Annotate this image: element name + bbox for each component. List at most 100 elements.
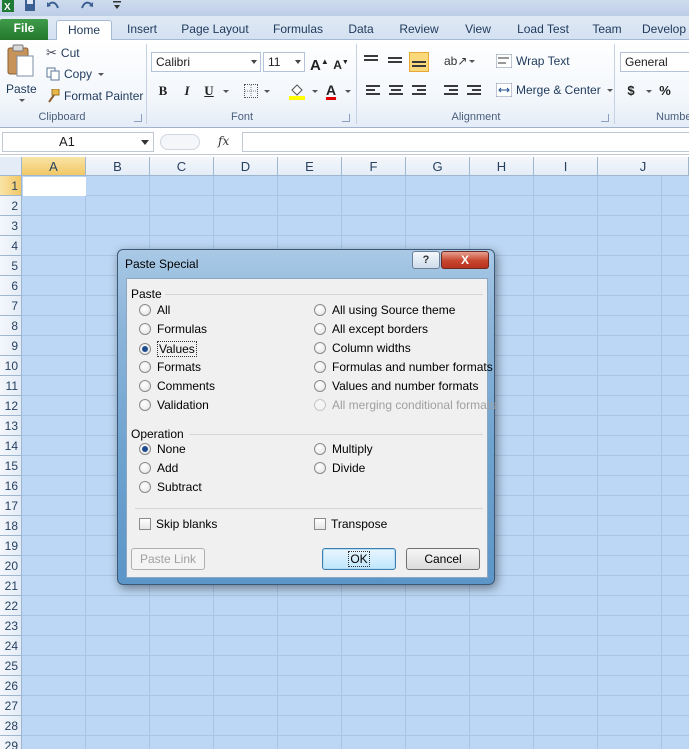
row-header-1[interactable]: 1: [0, 176, 22, 196]
skip-blanks-checkbox[interactable]: Skip blanks: [139, 517, 217, 531]
active-cell-a1[interactable]: [23, 177, 86, 196]
borders-dropdown-icon[interactable]: [264, 90, 270, 93]
paste-values-and-number-formats-radio[interactable]: Values and number formats: [314, 379, 479, 393]
help-button[interactable]: ?: [412, 251, 440, 269]
number-format-combo[interactable]: General: [620, 52, 689, 72]
alignment-launcher-icon[interactable]: [601, 114, 609, 122]
row-header-8[interactable]: 8: [0, 316, 22, 336]
row-header-16[interactable]: 16: [0, 476, 22, 496]
column-header-b[interactable]: B: [86, 157, 150, 176]
ok-button[interactable]: OK: [322, 548, 396, 570]
font-name-combo[interactable]: Calibri: [151, 52, 261, 72]
top-align-icon[interactable]: [364, 54, 380, 68]
row-header-13[interactable]: 13: [0, 416, 22, 436]
column-header-e[interactable]: E: [278, 157, 342, 176]
row-header-3[interactable]: 3: [0, 216, 22, 236]
font-color-dropdown-icon[interactable]: [345, 90, 351, 93]
redo-icon[interactable]: [80, 0, 94, 12]
tab-team[interactable]: Team: [586, 20, 628, 40]
percent-button[interactable]: %: [656, 82, 674, 100]
bottom-align-icon[interactable]: [409, 52, 429, 72]
row-header-5[interactable]: 5: [0, 256, 22, 276]
paste-formulas-and-number-formats-radio[interactable]: Formulas and number formats: [314, 360, 493, 374]
save-icon[interactable]: [24, 0, 38, 12]
tab-load-test[interactable]: Load Test: [512, 20, 574, 40]
format-painter-button[interactable]: Format Painter: [46, 89, 143, 103]
tab-insert[interactable]: Insert: [118, 20, 166, 40]
column-header-h[interactable]: H: [470, 157, 534, 176]
row-header-21[interactable]: 21: [0, 576, 22, 596]
column-header-f[interactable]: F: [342, 157, 406, 176]
row-header-7[interactable]: 7: [0, 296, 22, 316]
row-header-15[interactable]: 15: [0, 456, 22, 476]
cancel-button[interactable]: Cancel: [406, 548, 480, 570]
paste-all-radio[interactable]: All: [139, 303, 170, 317]
clipboard-launcher-icon[interactable]: [134, 114, 142, 122]
operation-multiply-radio[interactable]: Multiply: [314, 442, 373, 456]
italic-button[interactable]: I: [178, 82, 196, 100]
close-button[interactable]: X: [441, 251, 489, 269]
row-header-19[interactable]: 19: [0, 536, 22, 556]
row-header-14[interactable]: 14: [0, 436, 22, 456]
align-center-icon[interactable]: [389, 84, 405, 98]
paste-all-except-borders-radio[interactable]: All except borders: [314, 322, 428, 336]
align-right-icon[interactable]: [412, 84, 428, 98]
tab-developer[interactable]: Develop: [642, 20, 689, 40]
transpose-checkbox[interactable]: Transpose: [314, 517, 387, 531]
row-header-9[interactable]: 9: [0, 336, 22, 356]
row-header-10[interactable]: 10: [0, 356, 22, 376]
font-color-button[interactable]: A: [322, 82, 340, 100]
copy-button[interactable]: Copy: [46, 67, 105, 81]
name-box[interactable]: A1: [2, 132, 154, 152]
column-header-a[interactable]: A: [22, 157, 86, 176]
row-header-11[interactable]: 11: [0, 376, 22, 396]
row-header-17[interactable]: 17: [0, 496, 22, 516]
operation-divide-radio[interactable]: Divide: [314, 461, 365, 475]
row-header-27[interactable]: 27: [0, 696, 22, 716]
tab-page-layout[interactable]: Page Layout: [178, 20, 252, 40]
row-header-28[interactable]: 28: [0, 716, 22, 736]
tab-home[interactable]: Home: [56, 20, 112, 41]
row-header-6[interactable]: 6: [0, 276, 22, 296]
merge-center-button[interactable]: Merge & Center: [496, 83, 613, 97]
row-header-2[interactable]: 2: [0, 196, 22, 216]
row-header-29[interactable]: 29: [0, 736, 22, 749]
borders-button[interactable]: [244, 84, 258, 98]
column-header-i[interactable]: I: [534, 157, 598, 176]
tab-review[interactable]: Review: [394, 20, 444, 40]
formula-input[interactable]: [242, 132, 689, 152]
wrap-text-button[interactable]: Wrap Text: [496, 54, 570, 68]
column-header-g[interactable]: G: [406, 157, 470, 176]
tab-view[interactable]: View: [458, 20, 498, 40]
paste-formats-radio[interactable]: Formats: [139, 360, 201, 374]
paste-validation-radio[interactable]: Validation: [139, 398, 209, 412]
font-launcher-icon[interactable]: [342, 114, 350, 122]
operation-none-radio[interactable]: None: [139, 442, 186, 456]
row-header-4[interactable]: 4: [0, 236, 22, 256]
underline-button[interactable]: U: [200, 82, 218, 100]
paste-column-widths-radio[interactable]: Column widths: [314, 341, 411, 355]
column-header-j[interactable]: J: [598, 157, 689, 176]
insert-function-icon[interactable]: fx: [218, 134, 229, 148]
row-header-26[interactable]: 26: [0, 676, 22, 696]
paste-button[interactable]: Paste: [3, 44, 37, 106]
paste-values-radio[interactable]: Values: [139, 341, 197, 357]
row-header-20[interactable]: 20: [0, 556, 22, 576]
row-header-12[interactable]: 12: [0, 396, 22, 416]
cut-button[interactable]: ✂ Cut: [46, 45, 80, 61]
bold-button[interactable]: B: [154, 82, 172, 100]
operation-subtract-radio[interactable]: Subtract: [139, 480, 202, 494]
increase-indent-icon[interactable]: [467, 84, 483, 98]
row-header-18[interactable]: 18: [0, 516, 22, 536]
paste-all-using-source-theme-radio[interactable]: All using Source theme: [314, 303, 455, 317]
customize-qat-icon[interactable]: [112, 0, 126, 12]
tab-file[interactable]: File: [0, 19, 48, 40]
paste-all-merging-conditional-formats-radio[interactable]: All merging conditional formats: [314, 398, 496, 412]
select-all-corner[interactable]: [0, 157, 22, 176]
paste-formulas-radio[interactable]: Formulas: [139, 322, 207, 336]
underline-dropdown-icon[interactable]: [223, 90, 229, 93]
column-header-c[interactable]: C: [150, 157, 214, 176]
undo-icon[interactable]: [46, 0, 60, 12]
fill-color-button[interactable]: [288, 82, 306, 100]
operation-add-radio[interactable]: Add: [139, 461, 178, 475]
